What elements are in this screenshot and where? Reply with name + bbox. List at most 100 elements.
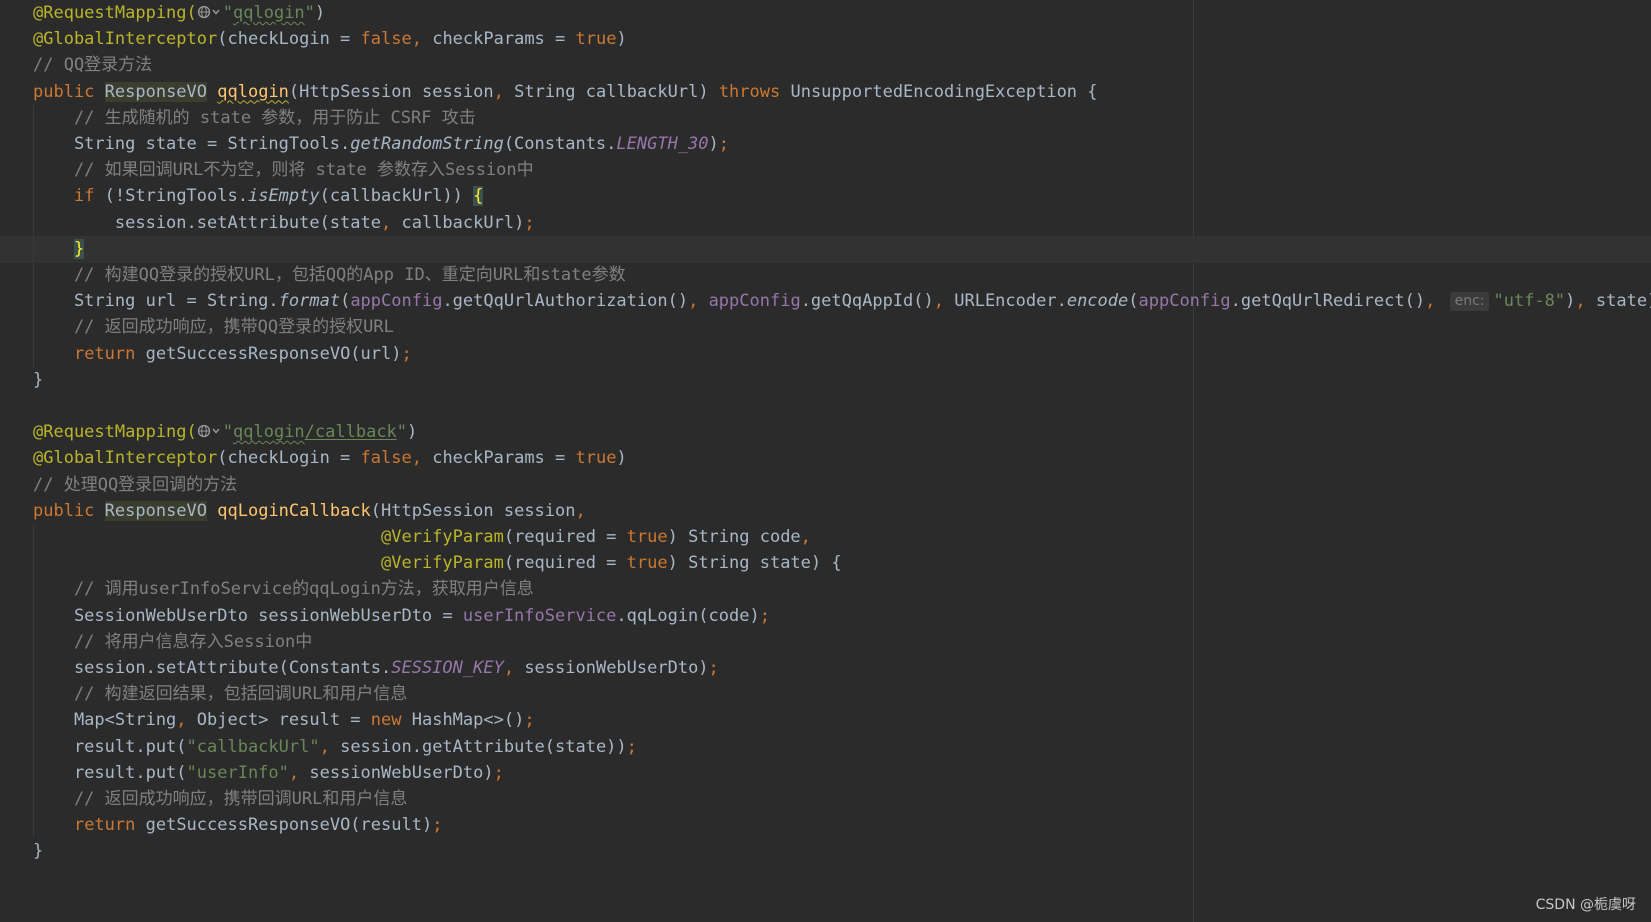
code-token: ,: [1575, 291, 1596, 312]
code-token: appConfig: [708, 291, 801, 312]
code-token: ): [616, 29, 627, 50]
code-token: (checkLogin =: [217, 448, 361, 469]
code-token: false: [360, 448, 412, 469]
code-line[interactable]: // 将用户信息存入Session中: [0, 629, 1651, 657]
code-token: encode: [1066, 291, 1129, 312]
code-token: }: [33, 841, 44, 862]
code-token: checkParams =: [432, 448, 576, 469]
code-token: String state = StringTools.: [33, 134, 351, 154]
code-token: session.setAttribute(state: [33, 212, 381, 233]
code-token: @VerifyParam: [381, 527, 504, 547]
code-editor[interactable]: @RequestMapping("qqlogin") @GlobalInterce…: [0, 0, 1651, 922]
code-token: sessionWebUserDto): [524, 658, 709, 678]
code-token: ): [1565, 291, 1576, 312]
code-token: ": [222, 3, 234, 23]
code-line[interactable]: result.put("callbackUrl", session.getAtt…: [0, 734, 1651, 762]
code-token: if: [73, 186, 105, 207]
code-token: (: [340, 291, 351, 312]
code-line[interactable]: // 处理QQ登录回调的方法: [0, 472, 1651, 500]
code-token: // 将用户信息存入Session中: [33, 631, 313, 652]
code-line[interactable]: result.put("userInfo", sessionWebUserDto…: [0, 760, 1651, 788]
code-line[interactable]: // 构建QQ登录的授权URL，包括QQ的App ID、重定向URL和state…: [0, 262, 1651, 290]
code-token: public: [33, 81, 105, 102]
code-token: ;: [524, 710, 535, 731]
code-line[interactable]: }: [0, 367, 1651, 395]
code-line[interactable]: public ResponseVO qqlogin(HttpSession se…: [0, 79, 1651, 107]
code-token: ,: [800, 527, 811, 547]
code-line[interactable]: @RequestMapping("qqlogin"): [0, 0, 1651, 28]
code-line[interactable]: // 返回成功响应，携带QQ登录的授权URL: [0, 314, 1651, 342]
code-token: ,: [688, 291, 709, 312]
code-line[interactable]: // 返回成功响应，携带回调URL和用户信息: [0, 786, 1651, 814]
code-line[interactable]: }: [0, 235, 1651, 264]
code-line[interactable]: @VerifyParam(required = true) String sta…: [0, 550, 1651, 578]
code-token: (required =: [503, 527, 627, 547]
code-line[interactable]: if (!StringTools.isEmpty(callbackUrl)) {: [0, 183, 1651, 211]
code-token: (: [1128, 291, 1139, 312]
code-token: HashMap<>(): [411, 710, 525, 731]
code-line[interactable]: Map<String, Object> result = new HashMap…: [0, 707, 1651, 735]
code-token: @GlobalInterceptor: [33, 29, 218, 50]
code-token: ) String state) {: [667, 553, 842, 574]
code-line[interactable]: // 如果回调URL不为空，则将 state 参数存入Session中: [0, 157, 1651, 185]
code-line[interactable]: return getSuccessResponseVO(url);: [0, 341, 1651, 369]
code-line[interactable]: public ResponseVO qqLoginCallback(HttpSe…: [0, 498, 1651, 526]
code-token: ;: [718, 134, 730, 154]
code-line[interactable]: String url = String.format(appConfig.get…: [0, 288, 1651, 316]
code-line[interactable]: // 构建返回结果，包括回调URL和用户信息: [0, 681, 1651, 709]
code-token: @RequestMapping(: [33, 3, 197, 23]
code-line[interactable]: session.setAttribute(state, callbackUrl)…: [0, 210, 1651, 238]
code-token: ": [396, 422, 408, 443]
code-token: getSuccessResponseVO(result): [145, 815, 433, 836]
code-token: ;: [759, 605, 770, 626]
code-line[interactable]: return getSuccessResponseVO(result);: [0, 812, 1651, 840]
code-token: new: [370, 710, 412, 731]
code-line[interactable]: // 生成随机的 state 参数，用于防止 CSRF 攻击: [0, 105, 1651, 133]
code-token: userInfoService: [462, 605, 617, 626]
code-token: checkParams =: [432, 29, 576, 50]
code-token: ,: [493, 81, 515, 102]
code-line[interactable]: SessionWebUserDto sessionWebUserDto = us…: [0, 603, 1651, 631]
globe-icon[interactable]: [197, 420, 223, 448]
code-line[interactable]: // QQ登录方法: [0, 52, 1651, 80]
code-token: ,: [288, 762, 310, 783]
code-line[interactable]: [0, 393, 1651, 421]
code-token: String url = String.: [33, 291, 279, 312]
code-token: // 处理QQ登录回调的方法: [33, 474, 238, 495]
code-token: {: [473, 186, 484, 207]
code-token: result.put(: [33, 736, 187, 757]
code-line[interactable]: session.setAttribute(Constants.SESSION_K…: [0, 655, 1651, 683]
code-line[interactable]: @GlobalInterceptor(checkLogin = false, c…: [0, 445, 1651, 473]
parameter-hint: enc:: [1449, 292, 1490, 312]
code-line[interactable]: // 调用userInfoService的qqLogin方法，获取用户信息: [0, 576, 1651, 604]
watermark: CSDN @栀虞呀: [1535, 897, 1636, 913]
code-line[interactable]: }: [0, 838, 1651, 866]
code-token: ;: [401, 343, 412, 364]
code-token: // 返回成功响应，携带QQ登录的授权URL: [33, 317, 394, 338]
code-token: qqLoginCallback: [217, 500, 371, 521]
indent-guide: [33, 524, 34, 839]
code-token: /callback: [304, 422, 397, 443]
code-line[interactable]: String state = StringTools.getRandomStri…: [0, 131, 1651, 159]
code-token: (callbackUrl)): [319, 186, 474, 207]
code-line[interactable]: @VerifyParam(required = true) String cod…: [0, 524, 1651, 552]
code-token: LENGTH_30: [616, 134, 709, 154]
code-token: "utf-8": [1493, 291, 1566, 312]
code-line[interactable]: @RequestMapping("qqlogin/callback"): [0, 419, 1651, 447]
code-token: (Constants.: [503, 134, 617, 154]
code-token: session.getAttribute(state)): [340, 736, 627, 757]
code-token: getSuccessResponseVO(url): [145, 343, 402, 364]
globe-icon[interactable]: [197, 1, 223, 29]
code-line[interactable]: @GlobalInterceptor(checkLogin = false, c…: [0, 26, 1651, 54]
code-token: // 构建QQ登录的授权URL，包括QQ的App ID、重定向URL和state…: [33, 265, 626, 285]
code-token: ,: [1425, 291, 1446, 312]
code-token: ): [407, 422, 418, 443]
code-token: .getQqAppId(): [800, 291, 934, 312]
code-token: ,: [503, 658, 525, 678]
